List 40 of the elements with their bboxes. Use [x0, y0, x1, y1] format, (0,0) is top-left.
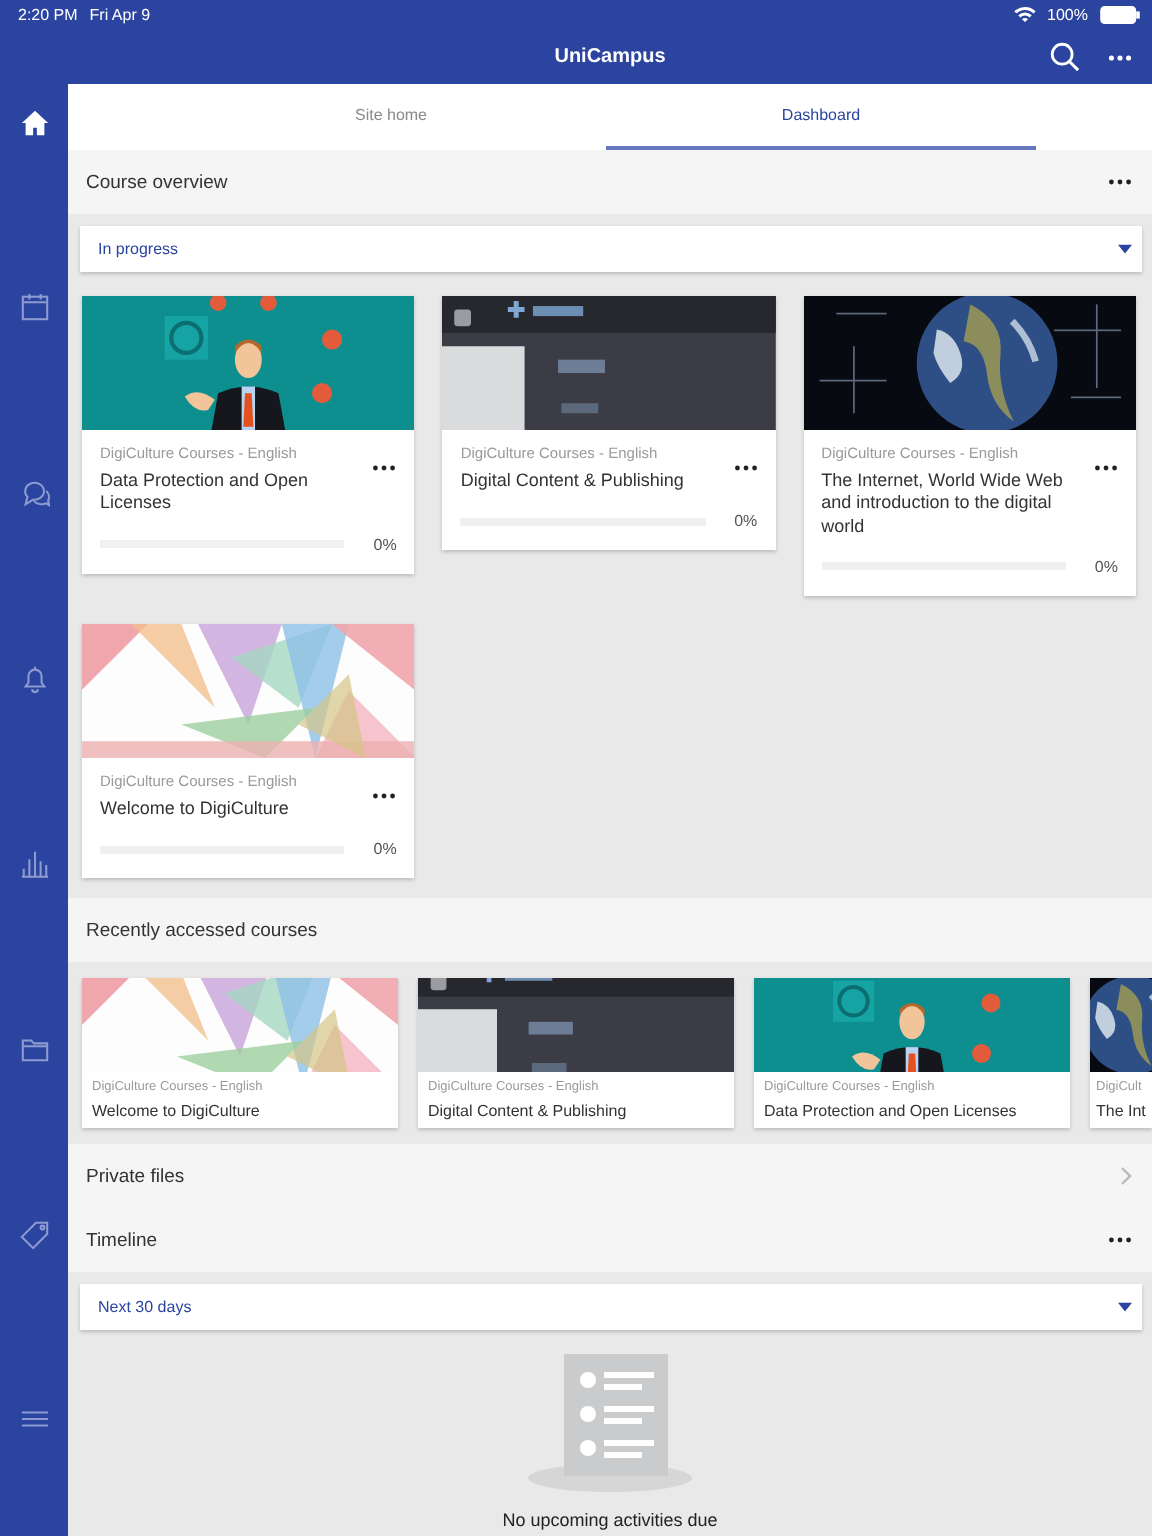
dropdown-value: In progress	[98, 240, 179, 258]
dropdown-value: Next 30 days	[98, 1298, 192, 1316]
course-name: Digital Content & Publishing	[428, 1102, 629, 1120]
private-files-row[interactable]: Private files	[68, 1144, 1152, 1208]
search-icon[interactable]	[1050, 42, 1080, 72]
more-icon[interactable]	[372, 791, 397, 800]
course-name: Digital Content & Publishing	[460, 470, 686, 493]
battery-percent: 100%	[1047, 5, 1088, 23]
tab[interactable]: Site home	[176, 84, 606, 150]
progress-percent: 0%	[1092, 557, 1118, 576]
course-name: Welcome to DigiCulture	[100, 797, 291, 820]
more-icon[interactable]	[1108, 1236, 1132, 1244]
filter-dropdown[interactable]: In progress	[80, 226, 1142, 272]
empty-message: No upcoming activities due	[502, 1510, 718, 1530]
caret-down-icon	[1118, 244, 1132, 254]
more-icon[interactable]	[1108, 53, 1132, 61]
course-name: Data Protection and Open Licenses	[100, 470, 311, 515]
more-icon[interactable]	[1093, 464, 1118, 472]
progress-percent: 0%	[371, 535, 397, 553]
caret-down-icon	[1118, 1302, 1132, 1312]
course-name: The Internet, World Wide Web and introduction to the digital world	[821, 470, 1065, 538]
course-name: Data Protection and Open Licenses	[764, 1102, 1019, 1120]
battery-icon	[1100, 5, 1140, 23]
progress-percent: 0%	[732, 512, 758, 531]
course-name: The Int	[1096, 1102, 1148, 1120]
section-title: Course overview	[86, 171, 228, 193]
progress-percent: 0%	[371, 840, 397, 858]
section-title: Timeline	[86, 1229, 158, 1251]
status-date: Fri Apr 9	[89, 5, 151, 23]
status-time: 2:20 PM	[18, 5, 78, 23]
app-title: UniCampus	[554, 45, 666, 67]
section-title: Recently accessed courses	[86, 919, 318, 941]
section-title: Private files	[86, 1165, 185, 1187]
chevron-right-icon	[1120, 1166, 1132, 1186]
more-icon[interactable]	[733, 464, 758, 472]
filter-dropdown[interactable]: Next 30 days	[80, 1284, 1142, 1330]
more-icon[interactable]	[1108, 178, 1132, 186]
more-icon[interactable]	[372, 464, 397, 472]
wifi-icon	[1013, 6, 1036, 22]
course-name: Welcome to DigiCulture	[92, 1102, 262, 1120]
